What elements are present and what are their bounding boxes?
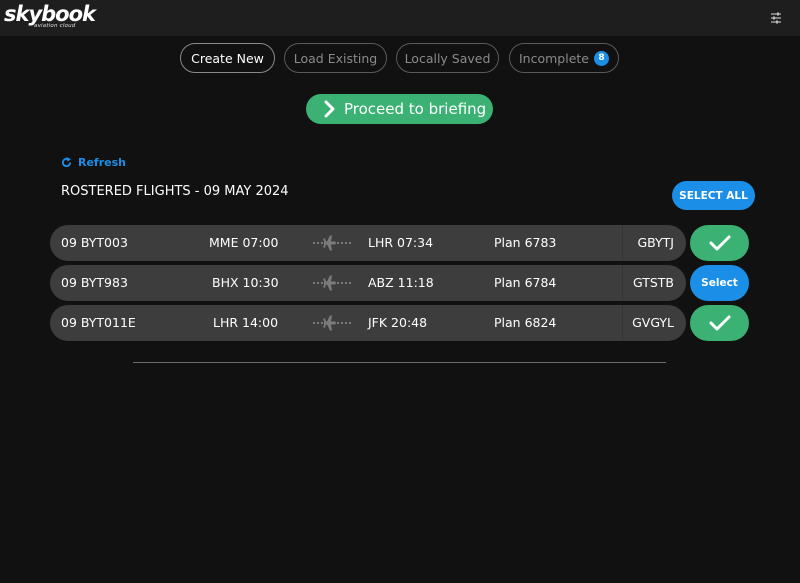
- plane-icon: [313, 315, 351, 331]
- selected-toggle-button[interactable]: [690, 305, 749, 341]
- flight-row: 09 BYT003 MME 07:00 LHR 07:34 Plan 6783 …: [50, 225, 750, 261]
- flight-info[interactable]: 09 BYT003 MME 07:00 LHR 07:34 Plan 6783 …: [50, 225, 686, 261]
- select-all-button[interactable]: SELECT ALL: [672, 181, 755, 210]
- tab-label: Load Existing: [293, 50, 378, 66]
- flight-id: 09 BYT011E: [61, 315, 136, 330]
- chevron-right-icon: [324, 100, 335, 118]
- rostered-flights-title: ROSTERED FLIGHTS - 09 MAY 2024: [61, 184, 289, 199]
- select-flight-button[interactable]: Select: [690, 265, 749, 301]
- flight-id: 09 BYT003: [61, 235, 128, 250]
- flight-info[interactable]: 09 BYT983 BHX 10:30 ABZ 11:18 Plan 6784 …: [50, 265, 686, 301]
- aircraft-registration: GVGYL: [632, 315, 674, 330]
- aircraft-registration: GTSTB: [632, 275, 674, 290]
- plane-icon: [313, 275, 351, 291]
- settings-button[interactable]: [768, 10, 784, 26]
- refresh-button[interactable]: Refresh: [61, 155, 126, 169]
- tab-load-existing[interactable]: Load Existing: [284, 43, 387, 73]
- flight-row: 09 BYT983 BHX 10:30 ABZ 11:18 Plan 6784 …: [50, 265, 750, 301]
- plan-number: Plan 6783: [494, 235, 557, 250]
- departure: LHR 14:00: [213, 315, 279, 330]
- flight-source-tabs: Create New Load Existing Locally Saved I…: [0, 43, 800, 73]
- plan-number: Plan 6784: [494, 275, 557, 290]
- list-divider: [133, 362, 666, 363]
- tab-label: Create New: [191, 50, 264, 66]
- plan-number: Plan 6824: [494, 315, 557, 330]
- checkmark-icon: [709, 315, 730, 331]
- tab-incomplete[interactable]: Incomplete 8: [509, 43, 619, 73]
- arrival: ABZ 11:18: [368, 275, 434, 290]
- selected-toggle-button[interactable]: [690, 225, 749, 261]
- tab-label: Locally Saved: [404, 50, 491, 66]
- flight-info[interactable]: 09 BYT011E LHR 14:00 JFK 20:48 Plan 6824…: [50, 305, 686, 341]
- logo-subtitle: aviation cloud: [34, 23, 76, 29]
- tab-label: Incomplete: [519, 50, 589, 66]
- departure: MME 07:00: [209, 235, 279, 250]
- aircraft-registration: GBYTJ: [637, 235, 674, 250]
- departure: BHX 10:30: [212, 275, 279, 290]
- sliders-icon: [771, 12, 781, 24]
- proceed-to-briefing-button[interactable]: Proceed to briefing: [306, 94, 493, 124]
- top-bar: skybook aviation cloud: [0, 0, 800, 36]
- skybook-logo[interactable]: skybook aviation cloud: [4, 2, 96, 32]
- refresh-icon: [61, 156, 72, 167]
- proceed-label: Proceed to briefing: [344, 100, 487, 118]
- incomplete-count-badge: 8: [594, 50, 609, 66]
- plane-icon: [313, 235, 351, 251]
- checkmark-icon: [709, 235, 730, 251]
- tab-locally-saved[interactable]: Locally Saved: [396, 43, 499, 73]
- flight-id: 09 BYT983: [61, 275, 128, 290]
- arrival: LHR 07:34: [368, 235, 434, 250]
- refresh-label: Refresh: [78, 155, 126, 169]
- flight-row: 09 BYT011E LHR 14:00 JFK 20:48 Plan 6824…: [50, 305, 750, 341]
- tab-create-new[interactable]: Create New: [180, 43, 275, 73]
- arrival: JFK 20:48: [368, 315, 428, 330]
